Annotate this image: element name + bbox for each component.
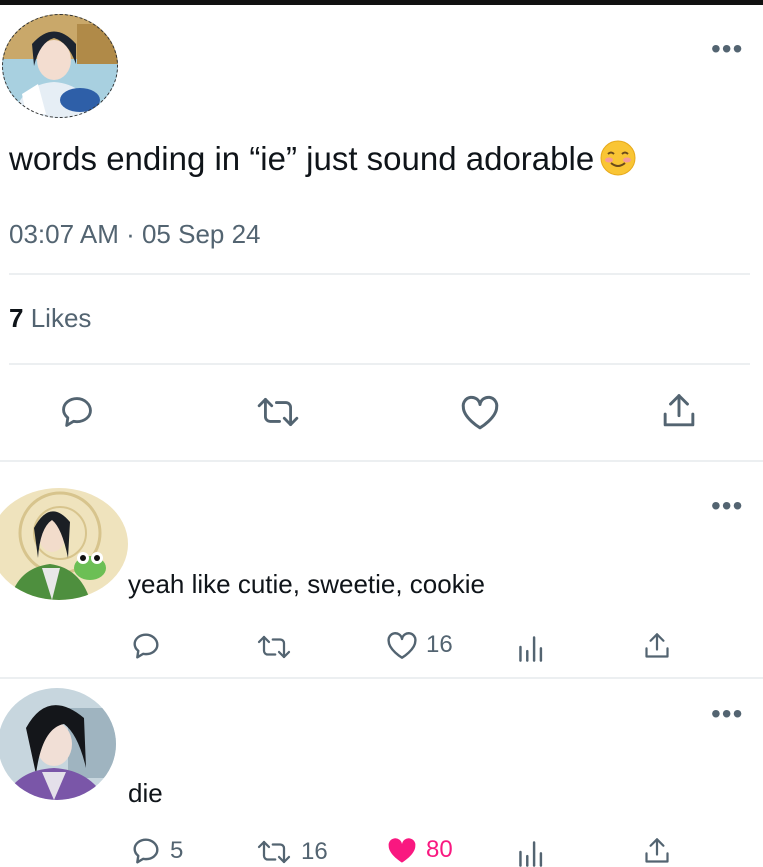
reply-button[interactable] [130, 630, 170, 662]
divider [9, 273, 750, 275]
retweet-button[interactable] [256, 393, 300, 431]
likes-summary[interactable]: 7 Likes [9, 303, 91, 334]
like-button[interactable] [460, 393, 500, 431]
retweet-button[interactable] [255, 632, 301, 662]
tweet-timestamp[interactable]: 03:07 AM · 05 Sep 24 [9, 219, 261, 250]
more-options-icon[interactable]: ••• [711, 35, 743, 63]
tweet-text-content: words ending in “ie” just sound adorable [9, 140, 595, 177]
share-icon [645, 838, 669, 863]
reply-text: yeah like cutie, sweetie, cookie [128, 569, 485, 599]
views-button[interactable] [516, 632, 544, 662]
heart-icon [461, 395, 499, 430]
share-button[interactable] [660, 391, 698, 431]
heart-icon [387, 632, 417, 659]
reply-icon [133, 633, 159, 659]
reply-text: die [128, 778, 163, 808]
retweet-icon [257, 398, 299, 426]
reply-icon [133, 838, 159, 864]
divider [0, 460, 763, 462]
share-icon [663, 394, 695, 427]
retweet-icon [257, 635, 291, 659]
reply-button[interactable]: 5 [130, 835, 183, 867]
share-button[interactable] [643, 630, 671, 662]
author-avatar[interactable] [2, 14, 118, 118]
share-icon [645, 633, 669, 658]
bar-chart-icon [519, 636, 543, 662]
divider [9, 363, 750, 365]
like-button[interactable]: 16 [386, 630, 453, 660]
more-options-icon[interactable]: ••• [711, 492, 743, 520]
tweet-text: words ending in “ie” just sound adorable [9, 140, 636, 178]
reply-avatar[interactable] [0, 488, 128, 600]
reply-count: 5 [170, 837, 184, 864]
divider [0, 677, 763, 679]
top-bar [0, 0, 763, 5]
reply-icon [62, 397, 92, 427]
more-options-icon[interactable]: ••• [711, 700, 743, 728]
retweet-count: 16 [301, 838, 328, 865]
like-count: 16 [426, 631, 453, 658]
likes-label: Likes [30, 303, 92, 333]
heart-filled-icon [388, 838, 416, 863]
reply-button[interactable] [58, 393, 96, 431]
like-button[interactable]: 80 [386, 835, 453, 865]
smiling-face-emoji-icon [600, 140, 636, 176]
like-count: 80 [426, 836, 453, 863]
reply-avatar[interactable] [0, 688, 116, 800]
likes-count: 7 [9, 303, 24, 333]
share-button[interactable] [643, 835, 671, 867]
